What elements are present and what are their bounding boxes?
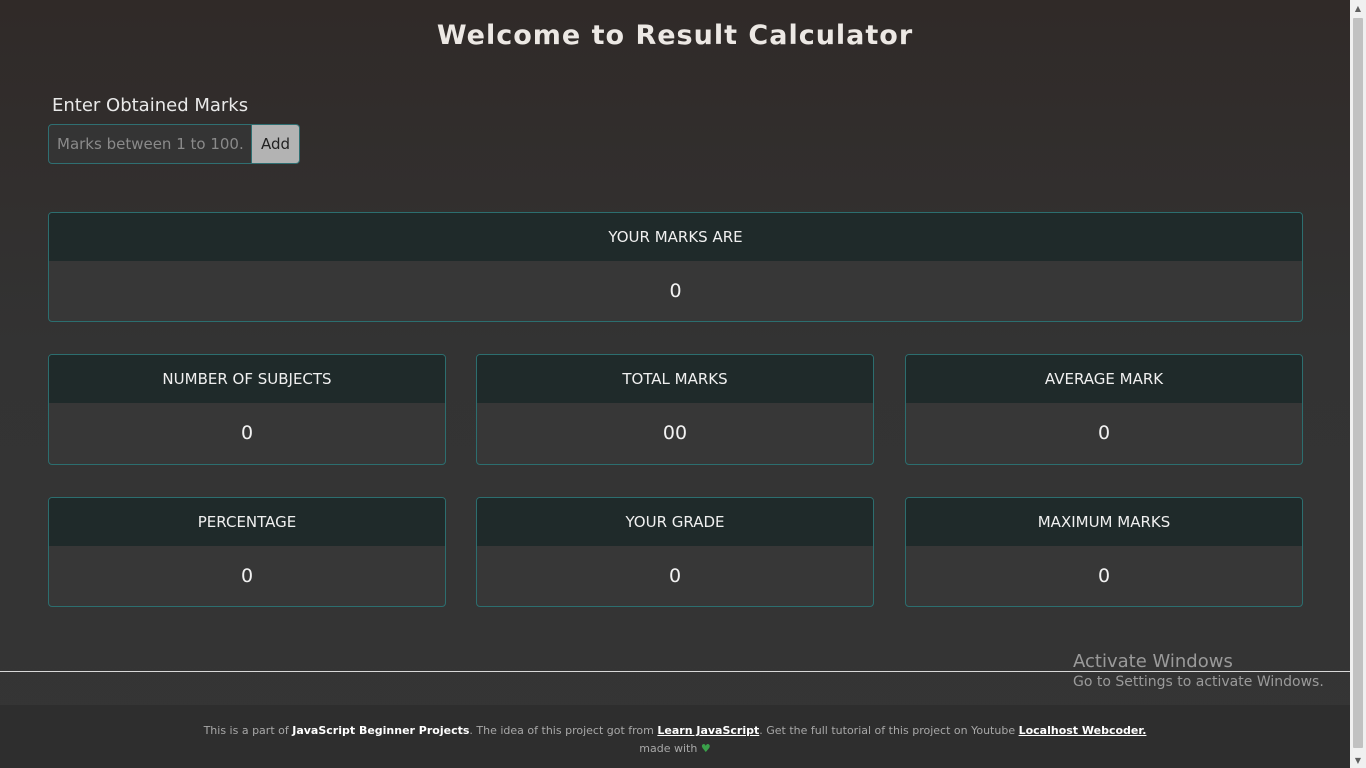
marks-input-label: Enter Obtained Marks — [52, 95, 249, 116]
percentage-card: PERCENTAGE 0 — [48, 497, 446, 607]
marks-input[interactable] — [48, 124, 252, 164]
maximum-marks-title: MAXIMUM MARKS — [906, 498, 1302, 546]
total-marks-title: TOTAL MARKS — [477, 355, 873, 403]
project-series-name: JavaScript Beginner Projects — [292, 724, 470, 737]
footer-prefix: This is a part of — [203, 724, 289, 737]
activate-windows-watermark: Activate Windows Go to Settings to activ… — [1073, 651, 1324, 690]
channel-link[interactable]: Localhost Webcoder. — [1019, 724, 1147, 737]
average-mark-card: AVERAGE MARK 0 — [905, 354, 1303, 465]
footer-mid1: . The idea of this project got from — [469, 724, 654, 737]
subjects-value: 0 — [240, 422, 254, 444]
scroll-up-arrow-icon[interactable]: ▲ — [1350, 0, 1366, 16]
footer: This is a part of JavaScript Beginner Pr… — [0, 705, 1350, 768]
scrollbar-thumb[interactable] — [1353, 18, 1363, 748]
watermark-subtitle: Go to Settings to activate Windows. — [1073, 674, 1324, 690]
add-button[interactable]: Add — [252, 124, 300, 164]
total-marks-card: TOTAL MARKS 00 — [476, 354, 874, 465]
percentage-value: 0 — [240, 565, 254, 587]
made-with-text: made with — [639, 742, 698, 755]
scroll-down-arrow-icon[interactable]: ▼ — [1350, 752, 1366, 768]
grade-value: 0 — [668, 565, 682, 587]
marks-input-group: Add — [48, 124, 300, 164]
your-marks-title: YOUR MARKS ARE — [49, 213, 1302, 261]
percentage-title: PERCENTAGE — [49, 498, 445, 546]
maximum-marks-card: MAXIMUM MARKS 0 — [905, 497, 1303, 607]
grade-title: YOUR GRADE — [477, 498, 873, 546]
vertical-scrollbar[interactable]: ▲ ▼ — [1350, 0, 1366, 768]
maximum-marks-value: 0 — [1097, 565, 1111, 587]
result-calculator-page: Welcome to Result Calculator Enter Obtai… — [0, 0, 1366, 768]
footer-mid2: . Get the full tutorial of this project … — [759, 724, 1016, 737]
footer-credits: This is a part of JavaScript Beginner Pr… — [0, 722, 1350, 740]
heart-icon: ♥ — [700, 742, 711, 755]
subjects-title: NUMBER OF SUBJECTS — [49, 355, 445, 403]
your-marks-card: YOUR MARKS ARE 0 — [48, 212, 1303, 322]
subjects-card: NUMBER OF SUBJECTS 0 — [48, 354, 446, 465]
page-title: Welcome to Result Calculator — [436, 20, 914, 51]
made-with-line: made with ♥ — [0, 740, 1350, 758]
total-marks-value: 00 — [662, 422, 688, 444]
learn-javascript-link[interactable]: Learn JavaScript — [657, 724, 759, 737]
watermark-title: Activate Windows — [1073, 651, 1233, 672]
grade-card: YOUR GRADE 0 — [476, 497, 874, 607]
average-mark-value: 0 — [1097, 422, 1111, 444]
your-marks-value: 0 — [669, 280, 682, 302]
average-mark-title: AVERAGE MARK — [906, 355, 1302, 403]
